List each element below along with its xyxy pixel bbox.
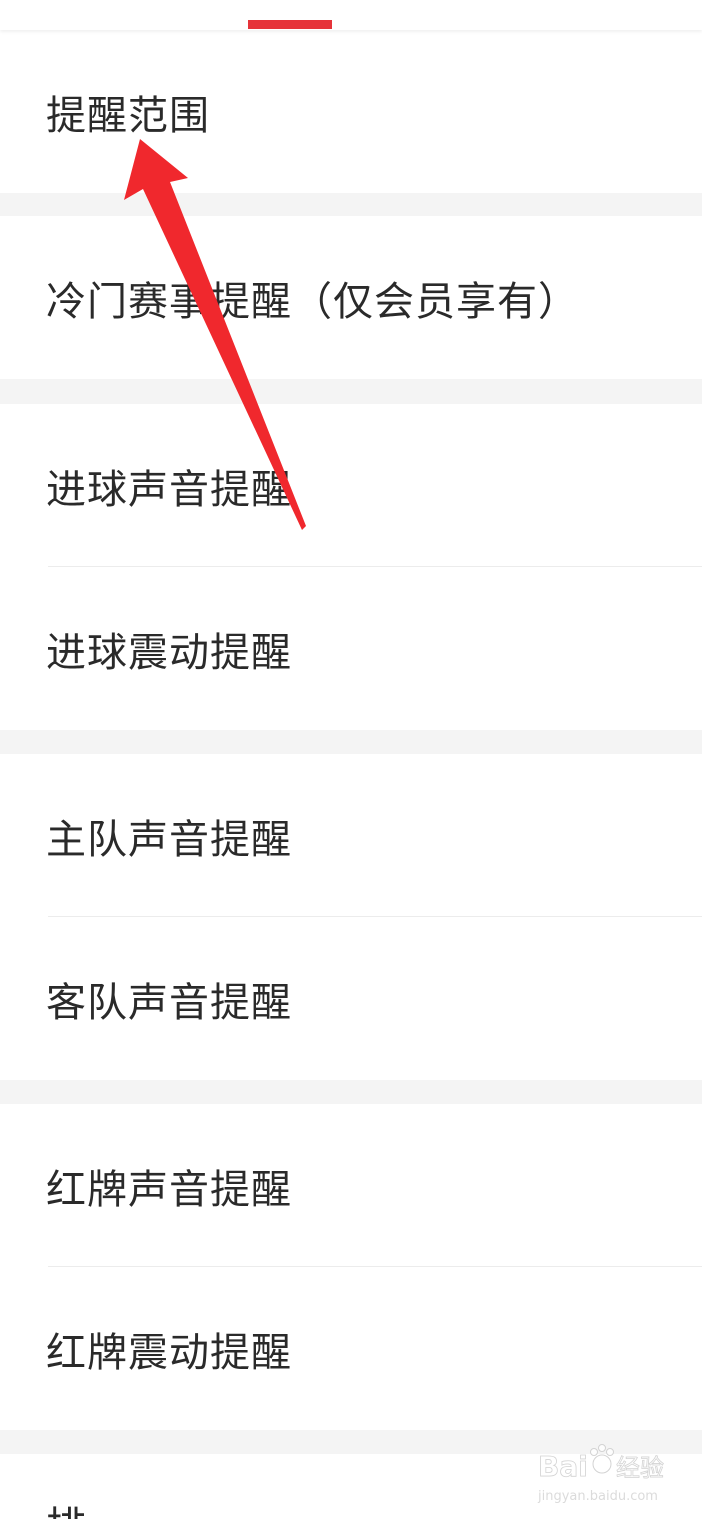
setting-label: 红牌震动提醒: [46, 1329, 292, 1376]
setting-label: 主队声音提醒: [46, 816, 292, 863]
setting-row-red-card-vibrate[interactable]: 红牌震动提醒: [0, 1267, 702, 1430]
setting-label: 排…: [46, 1494, 126, 1519]
setting-row-home-sound[interactable]: 主队声音提醒: [0, 754, 702, 917]
watermark-url: jingyan.baidu.com: [537, 1489, 658, 1504]
setting-label: 红牌声音提醒: [46, 1166, 292, 1213]
setting-row-goal-sound[interactable]: 进球声音提醒: [0, 404, 702, 567]
active-tab-indicator: [248, 20, 332, 29]
tab-bar: [0, 0, 702, 30]
group-red-card: 红牌声音提醒 红牌震动提醒: [0, 1104, 702, 1430]
setting-row-cold-match[interactable]: 冷门赛事提醒（仅会员享有）: [0, 216, 702, 379]
setting-label: 进球震动提醒: [46, 629, 292, 676]
group-range: 提醒范围: [0, 30, 702, 193]
group-cold-match: 冷门赛事提醒（仅会员享有）: [0, 216, 702, 379]
setting-label: 冷门赛事提醒（仅会员享有）: [46, 278, 579, 325]
watermark-brand: Bai: [538, 1450, 588, 1483]
setting-row-red-card-sound[interactable]: 红牌声音提醒: [0, 1104, 702, 1267]
setting-row-goal-vibrate[interactable]: 进球震动提醒: [0, 567, 702, 730]
setting-label: 客队声音提醒: [46, 979, 292, 1026]
group-goal: 进球声音提醒 进球震动提醒: [0, 404, 702, 730]
group-team-sound: 主队声音提醒 客队声音提醒: [0, 754, 702, 1080]
watermark-logo: Bai 经验 jingyan.baidu.com: [537, 1444, 664, 1504]
setting-label: 进球声音提醒: [46, 466, 292, 513]
setting-row-range[interactable]: 提醒范围: [0, 30, 702, 193]
setting-row-away-sound[interactable]: 客队声音提醒: [0, 917, 702, 1080]
setting-label: 提醒范围: [46, 92, 210, 139]
settings-page: 提醒范围 冷门赛事提醒（仅会员享有） 进球声音提醒 进球震动提醒 主队声音提醒 …: [0, 0, 702, 1519]
watermark-suffix: 经验: [616, 1454, 664, 1482]
paw-icon: [590, 1444, 614, 1474]
